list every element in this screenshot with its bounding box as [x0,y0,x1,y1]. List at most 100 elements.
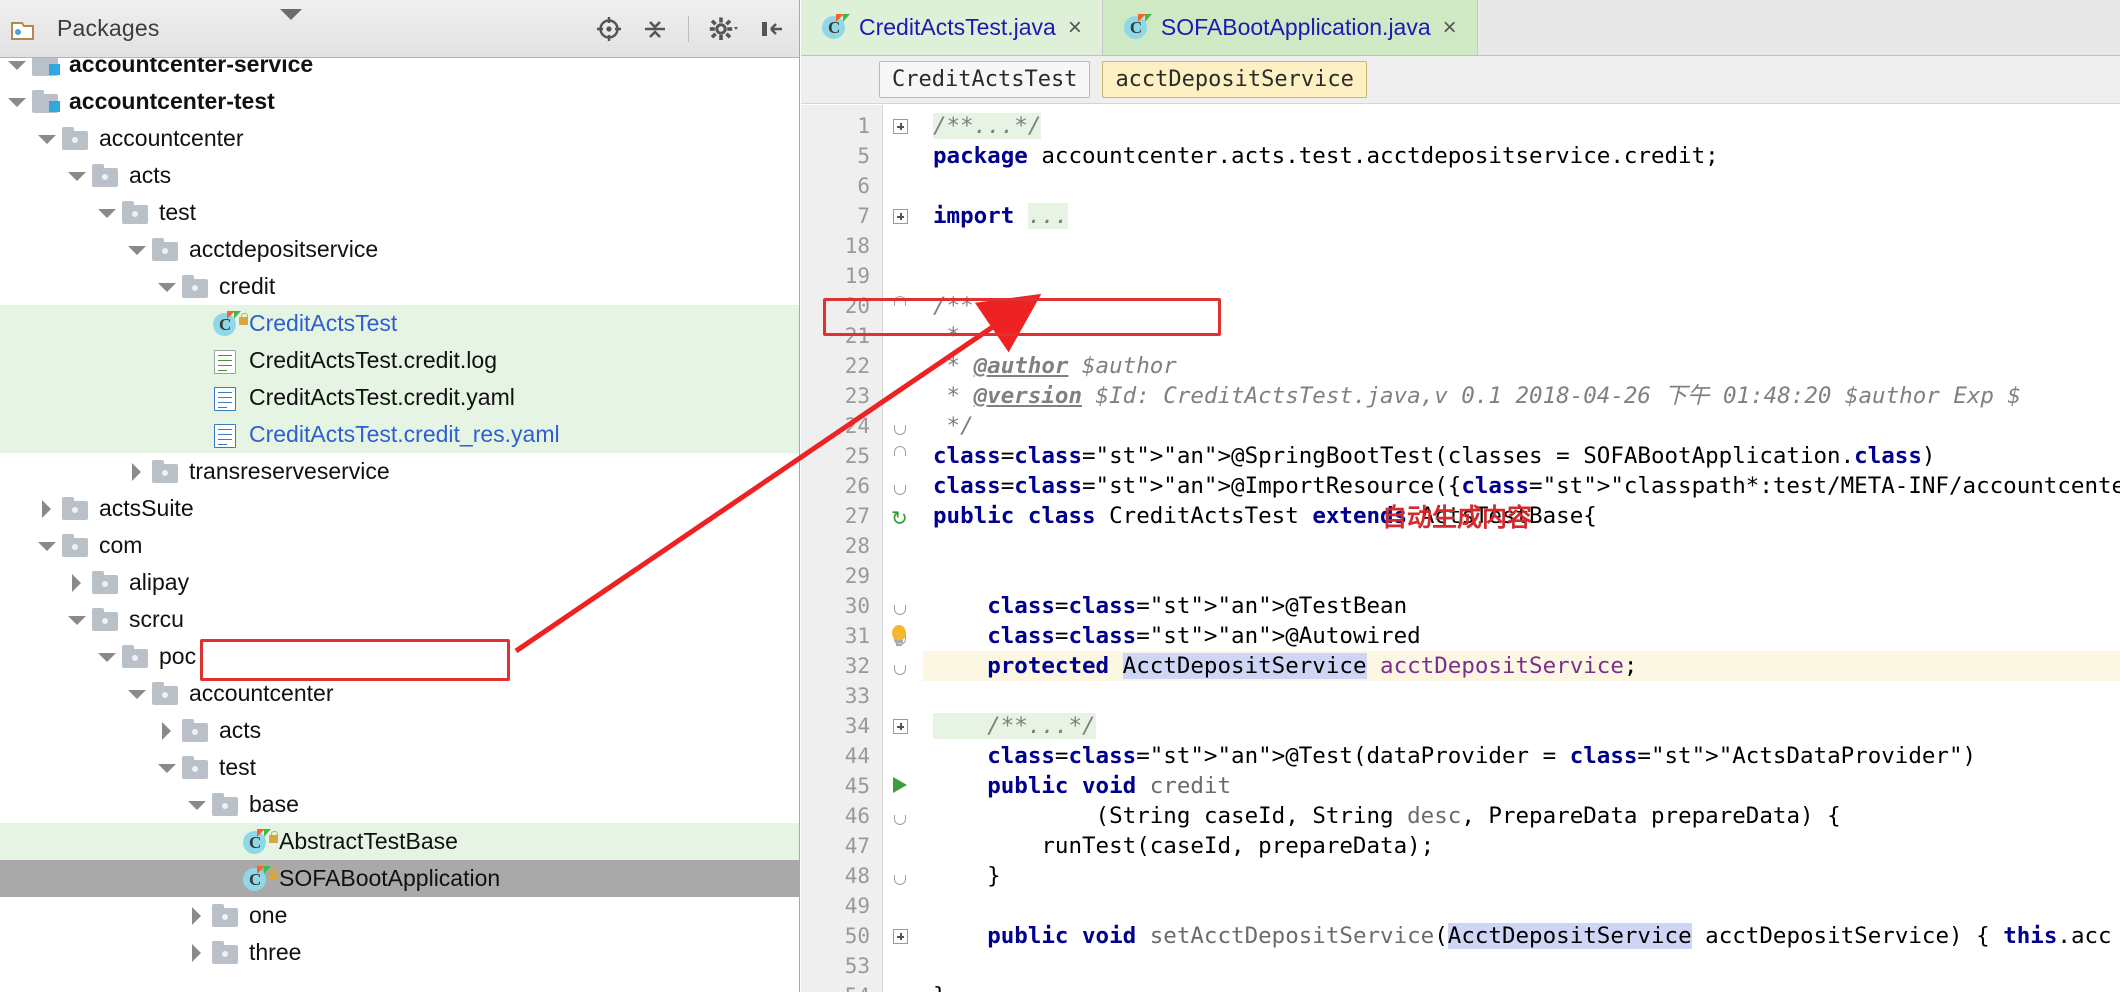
fold-marker[interactable] [883,261,923,291]
fold-marker[interactable] [883,111,923,141]
code-line[interactable]: class=class="st">"an">@Autowired [923,621,2120,651]
fold-marker[interactable] [883,621,923,651]
fold-marker[interactable] [883,471,923,501]
fold-marker[interactable] [883,861,923,891]
hide-icon[interactable] [759,16,785,42]
expand-toggle-icon[interactable] [66,609,88,631]
expand-toggle-icon[interactable] [186,905,208,927]
expand-toggle-icon[interactable] [96,646,118,668]
tree-item-acts[interactable]: acts [0,712,799,749]
fold-marker[interactable] [883,201,923,231]
editor-tab-sofabootapplication-java[interactable]: CSOFABootApplication.java× [1103,0,1478,55]
expand-toggle-icon[interactable] [6,58,28,76]
expand-toggle-icon[interactable] [36,498,58,520]
collapse-all-icon[interactable] [642,16,668,42]
code-line[interactable]: package accountcenter.acts.test.acctdepo… [923,141,2120,171]
expand-toggle-icon[interactable] [156,276,178,298]
tree-item-acctdepositservice[interactable]: acctdepositservice [0,231,799,268]
fold-marker[interactable] [883,771,923,801]
fold-marker[interactable] [883,711,923,741]
code-line[interactable]: protected AcctDepositService acctDeposit… [923,651,2120,681]
code-editor[interactable]: 1567181920212223242526272829303132333444… [801,105,2120,992]
code-line[interactable]: (String caseId, String desc, PrepareData… [923,801,2120,831]
code-line[interactable]: * @author $author [923,351,2120,381]
tree-item-base[interactable]: base [0,786,799,823]
tree-item-scrcu[interactable]: scrcu [0,601,799,638]
tree-item-creditactstest[interactable]: CCreditActsTest [0,305,799,342]
fold-marker[interactable] [883,171,923,201]
code-line[interactable] [923,681,2120,711]
fold-marker[interactable] [883,231,923,261]
expand-toggle-icon[interactable] [36,535,58,557]
fold-marker[interactable] [883,741,923,771]
code-line[interactable]: runTest(caseId, prepareData); [923,831,2120,861]
fold-marker[interactable] [883,381,923,411]
expand-toggle-icon[interactable] [126,239,148,261]
code-line[interactable] [923,171,2120,201]
fold-marker[interactable] [883,291,923,321]
expand-toggle-icon[interactable] [186,794,208,816]
code-line[interactable]: class=class="st">"an">@Test(dataProvider… [923,741,2120,771]
code-line[interactable]: class=class="st">"an">@SpringBootTest(cl… [923,441,2120,471]
fold-marker[interactable] [883,831,923,861]
fold-marker[interactable] [883,351,923,381]
expand-toggle-icon[interactable] [6,91,28,113]
expand-toggle-icon[interactable] [66,165,88,187]
fold-marker[interactable] [883,681,923,711]
breadcrumb-item[interactable]: CreditActsTest [879,61,1090,98]
tree-item-accountcenter[interactable]: accountcenter [0,675,799,712]
fold-marker-gutter[interactable]: ↻ [883,105,923,992]
recycle-icon[interactable]: ↻ [891,506,908,531]
fold-marker[interactable] [883,441,923,471]
gear-icon[interactable] [709,16,739,42]
tree-item-abstracttestbase[interactable]: CAbstractTestBase [0,823,799,860]
fold-marker[interactable] [883,951,923,981]
tree-item-actssuite[interactable]: actsSuite [0,490,799,527]
tree-item-creditactstest-credit-res-yaml[interactable]: CreditActsTest.credit_res.yaml [0,416,799,453]
tree-item-test[interactable]: test [0,749,799,786]
source-code[interactable]: /**...*/ package accountcenter.acts.test.… [923,105,2120,992]
code-line[interactable]: public void credit [923,771,2120,801]
expand-toggle-icon[interactable] [126,683,148,705]
chevron-down-icon[interactable] [280,20,302,38]
code-line[interactable]: * [923,321,2120,351]
fold-marker[interactable] [883,981,923,992]
tree-item-transreserveservice[interactable]: transreserveservice [0,453,799,490]
code-line[interactable] [923,561,2120,591]
close-icon[interactable]: × [1443,16,1457,40]
fold-marker[interactable] [883,531,923,561]
close-icon[interactable]: × [1068,16,1082,40]
tree-item-one[interactable]: one [0,897,799,934]
tree-item-sofabootapplication[interactable]: CSOFABootApplication [0,860,799,897]
code-line[interactable]: import ... [923,201,2120,231]
code-line[interactable]: } [923,861,2120,891]
lightbulb-icon[interactable] [887,624,911,648]
fold-marker[interactable] [883,411,923,441]
code-line[interactable] [923,531,2120,561]
fold-marker[interactable]: ↻ [883,501,923,531]
tree-item-alipay[interactable]: alipay [0,564,799,601]
tree-item-creditactstest-credit-log[interactable]: CreditActsTest.credit.log [0,342,799,379]
tree-item-credit[interactable]: credit [0,268,799,305]
expand-toggle-icon[interactable] [156,757,178,779]
code-line[interactable] [923,951,2120,981]
tree-item-accountcenter[interactable]: accountcenter [0,120,799,157]
code-line[interactable]: /** [923,291,2120,321]
code-line[interactable]: /**...*/ [923,711,2120,741]
tree-item-acts[interactable]: acts [0,157,799,194]
package-tree[interactable]: accountcenter-serviceaccountcenter-testa… [0,58,799,992]
code-line[interactable]: * @version $Id: CreditActsTest.java,v 0.… [923,381,2120,411]
expand-toggle-icon[interactable] [66,572,88,594]
locate-icon[interactable] [596,16,622,42]
tree-item-creditactstest-credit-yaml[interactable]: CreditActsTest.credit.yaml [0,379,799,416]
tree-item-test[interactable]: test [0,194,799,231]
code-line[interactable]: public void setAcctDepositService(AcctDe… [923,921,2120,951]
expand-toggle-icon[interactable] [126,461,148,483]
code-line[interactable]: } [923,981,2120,992]
code-line[interactable]: */ [923,411,2120,441]
code-line[interactable] [923,231,2120,261]
expand-toggle-icon[interactable] [156,720,178,742]
tree-item-accountcenter-test[interactable]: accountcenter-test [0,83,799,120]
code-line[interactable]: class=class="st">"an">@TestBean [923,591,2120,621]
tree-item-com[interactable]: com [0,527,799,564]
